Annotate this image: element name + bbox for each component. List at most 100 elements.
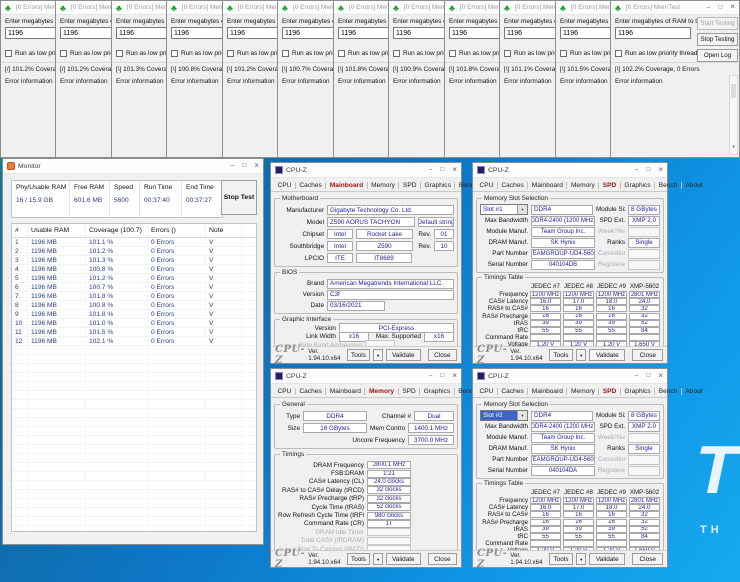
memory-slot-select[interactable]: Slot #1 xyxy=(480,204,528,215)
low-priority-checkbox[interactable] xyxy=(615,50,622,57)
tab-graphics[interactable]: Graphics xyxy=(621,387,656,395)
tab-bench[interactable]: Bench xyxy=(655,181,682,189)
tools-button[interactable]: Tools xyxy=(346,553,371,565)
tab-caches[interactable]: Caches xyxy=(296,181,327,189)
start-testing-button[interactable]: Start Testing xyxy=(697,17,738,30)
minimize-icon[interactable] xyxy=(429,373,433,379)
tools-button[interactable]: Tools xyxy=(548,553,574,565)
maximize-icon[interactable] xyxy=(242,163,246,169)
close-icon[interactable] xyxy=(658,373,663,380)
tab-caches[interactable]: Caches xyxy=(498,387,529,395)
minimize-icon[interactable] xyxy=(635,167,639,173)
tab-mainboard[interactable]: Mainboard xyxy=(528,181,568,189)
ram-amount-input[interactable] xyxy=(560,27,611,39)
tab-graphics[interactable]: Graphics xyxy=(621,181,656,189)
tab-cpu[interactable]: CPU xyxy=(476,181,498,189)
close-icon[interactable] xyxy=(452,373,457,380)
stop-test-button[interactable]: Stop Test xyxy=(221,180,257,215)
close-icon[interactable] xyxy=(452,167,457,174)
low-priority-checkbox[interactable] xyxy=(60,50,67,57)
maximize-icon[interactable] xyxy=(440,167,444,173)
tools-dropdown-button[interactable] xyxy=(576,553,587,565)
low-priority-checkbox[interactable] xyxy=(393,50,400,57)
ram-amount-input[interactable] xyxy=(227,27,278,39)
validate-button[interactable]: Validate xyxy=(385,553,421,565)
tools-dropdown-button[interactable] xyxy=(373,553,383,565)
tab-memory[interactable]: Memory xyxy=(368,181,400,189)
dropdown-button[interactable] xyxy=(517,205,527,214)
tab-about[interactable]: About xyxy=(682,182,706,189)
ram-amount-input[interactable] xyxy=(116,27,167,39)
ram-amount-input[interactable] xyxy=(504,27,555,39)
tab-cpu[interactable]: CPU xyxy=(476,387,498,395)
low-priority-checkbox[interactable] xyxy=(449,50,456,57)
close-button[interactable]: Close xyxy=(427,553,457,565)
minimize-icon[interactable] xyxy=(707,5,711,11)
maximize-icon[interactable] xyxy=(646,373,650,379)
close-icon[interactable] xyxy=(658,167,663,174)
tab-graphics[interactable]: Graphics xyxy=(420,387,455,395)
low-priority-checkbox[interactable] xyxy=(338,50,345,57)
tab-cpu[interactable]: CPU xyxy=(274,181,296,189)
tab-mainboard[interactable]: Mainboard xyxy=(326,387,366,395)
minimize-icon[interactable] xyxy=(429,167,433,173)
tab-about[interactable]: About xyxy=(682,388,706,395)
close-button[interactable]: Close xyxy=(632,349,663,361)
tab-cpu[interactable]: CPU xyxy=(274,387,296,395)
maximize-icon[interactable] xyxy=(718,5,722,11)
tab-spd[interactable]: SPD xyxy=(599,387,621,395)
dropdown-button[interactable] xyxy=(517,411,527,420)
validate-button[interactable]: Validate xyxy=(589,553,626,565)
low-priority-checkbox[interactable] xyxy=(171,50,178,57)
ram-amount-input[interactable] xyxy=(338,27,389,39)
tab-memory[interactable]: Memory xyxy=(567,387,600,395)
timing-label: Frequency xyxy=(499,497,528,505)
tab-mainboard[interactable]: Mainboard xyxy=(326,181,368,189)
scroll-down-icon[interactable] xyxy=(730,135,737,153)
low-priority-checkbox[interactable] xyxy=(5,50,12,57)
low-priority-checkbox[interactable] xyxy=(227,50,234,57)
low-priority-checkbox[interactable] xyxy=(282,50,289,57)
minimize-icon[interactable] xyxy=(231,163,235,169)
validate-button[interactable]: Validate xyxy=(385,349,421,361)
tab-mainboard[interactable]: Mainboard xyxy=(528,387,568,395)
tools-button[interactable]: Tools xyxy=(548,349,574,361)
ram-amount-input[interactable] xyxy=(615,27,691,39)
maximize-icon[interactable] xyxy=(440,373,444,379)
low-priority-checkbox[interactable] xyxy=(560,50,567,57)
tab-spd[interactable]: SPD xyxy=(399,181,421,189)
close-button[interactable]: Close xyxy=(427,349,457,361)
close-icon[interactable] xyxy=(730,4,735,11)
ram-amount-input[interactable] xyxy=(60,27,111,39)
low-priority-checkbox[interactable] xyxy=(504,50,511,57)
tab-memory[interactable]: Memory xyxy=(365,387,399,395)
tab-caches[interactable]: Caches xyxy=(498,181,529,189)
field-value: XMP 2.0 xyxy=(628,421,660,432)
stop-testing-button[interactable]: Stop Testing xyxy=(697,33,738,46)
ram-amount-input[interactable] xyxy=(171,27,222,39)
tools-button[interactable]: Tools xyxy=(346,349,371,361)
ram-amount-input[interactable] xyxy=(449,27,500,39)
minimize-icon[interactable] xyxy=(635,373,639,379)
tab-caches[interactable]: Caches xyxy=(296,387,327,395)
tab-graphics[interactable]: Graphics xyxy=(421,181,456,189)
maximize-icon[interactable] xyxy=(646,167,650,173)
tools-dropdown-button[interactable] xyxy=(373,349,383,361)
tab-memory[interactable]: Memory xyxy=(567,181,600,189)
close-button[interactable]: Close xyxy=(632,553,663,565)
ram-amount-input[interactable] xyxy=(393,27,444,39)
tab-bench[interactable]: Bench xyxy=(655,387,682,395)
error-info-label: Error information xyxy=(393,78,441,85)
low-priority-checkbox[interactable] xyxy=(116,50,123,57)
memory-slot-select[interactable]: Slot #2 xyxy=(480,410,528,421)
ram-amount-input[interactable] xyxy=(282,27,333,39)
tab-spd[interactable]: SPD xyxy=(399,387,421,395)
open-log-button[interactable]: Open Log xyxy=(697,49,738,62)
ram-amount-input[interactable] xyxy=(5,27,56,39)
error-scrollbar[interactable] xyxy=(729,75,738,155)
validate-button[interactable]: Validate xyxy=(589,349,626,361)
tab-spd[interactable]: SPD xyxy=(599,181,621,189)
close-icon[interactable] xyxy=(254,163,259,170)
scrollbar-thumb[interactable] xyxy=(731,84,736,98)
tools-dropdown-button[interactable] xyxy=(576,349,587,361)
